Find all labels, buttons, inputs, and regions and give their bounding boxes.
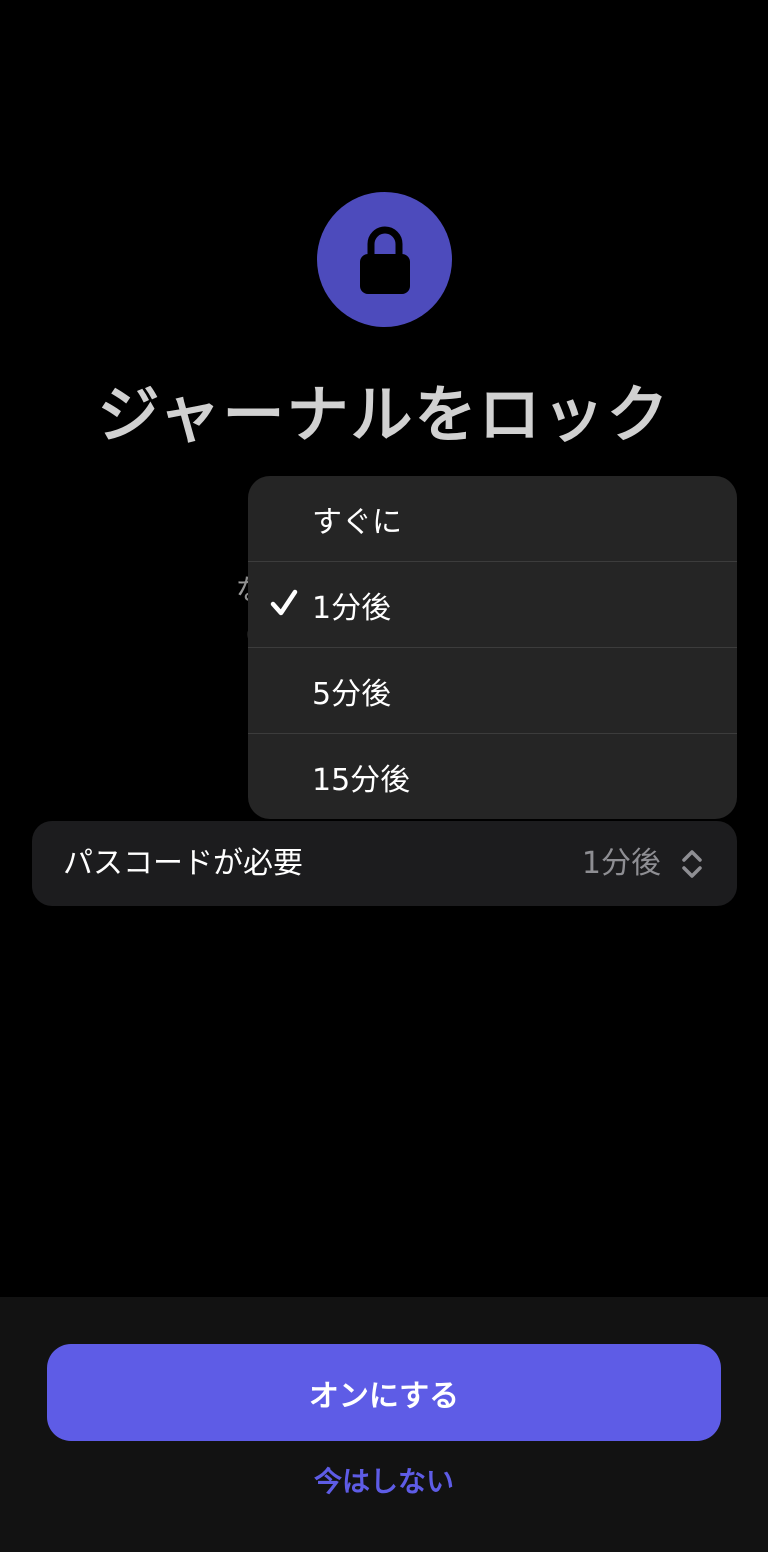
require-passcode-label: パスコードが必要: [63, 846, 303, 881]
menu-item-immediately[interactable]: すぐに: [248, 476, 737, 562]
lock-badge: [317, 192, 452, 327]
menu-item-5-minutes[interactable]: 5分後: [248, 648, 737, 734]
menu-item-label: 5分後: [312, 676, 392, 712]
checkmark-icon: [270, 589, 298, 616]
passcode-timeout-menu: すぐに 1分後 5分後 15分後: [248, 476, 737, 819]
not-now-button[interactable]: 今はしない: [0, 1460, 768, 1504]
lock-icon: [359, 226, 410, 294]
menu-item-label: 1分後: [312, 590, 392, 626]
menu-item-label: 15分後: [312, 762, 411, 798]
require-passcode-value: 1分後: [581, 846, 661, 881]
chevron-up-down-icon: [682, 850, 702, 878]
menu-item-label: すぐに: [312, 504, 402, 540]
menu-item-15-minutes[interactable]: 15分後: [248, 734, 737, 819]
require-passcode-row[interactable]: パスコードが必要 1分後: [32, 821, 737, 906]
menu-item-1-minute[interactable]: 1分後: [248, 562, 737, 648]
turn-on-button[interactable]: オンにする: [47, 1344, 721, 1441]
page-title: ジャーナルをロック: [97, 378, 671, 451]
